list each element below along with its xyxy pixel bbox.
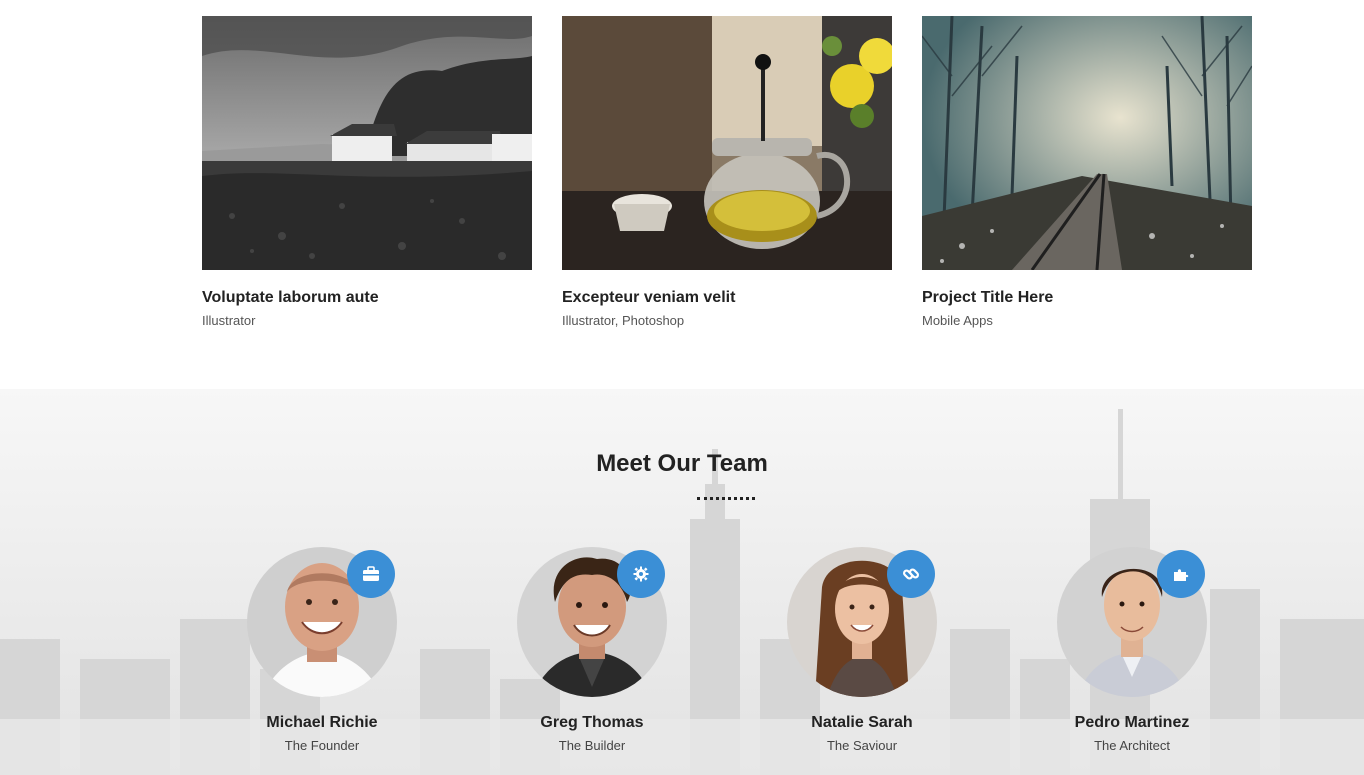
member-role: The Saviour: [826, 738, 898, 753]
member-role: The Architect: [1094, 738, 1170, 753]
team-member: Pedro Martinez The Architect: [1032, 547, 1232, 753]
member-name: Michael Richie: [266, 714, 378, 731]
team-member: Greg Thomas The Builder: [492, 547, 692, 753]
puzzle-icon[interactable]: [1157, 550, 1205, 598]
team-member: Natalie Sarah The Saviour: [762, 547, 962, 753]
team-section: Meet Our Team Michael Richie The Founder…: [0, 389, 1364, 775]
team-member: Michael Richie The Founder: [222, 547, 422, 753]
avatar: [517, 547, 667, 697]
portfolio-image-coastal-cottages[interactable]: [202, 16, 532, 270]
portfolio-item-title[interactable]: Voluptate laborum aute: [202, 288, 532, 308]
portfolio-item-title[interactable]: Excepteur veniam velit: [562, 288, 892, 308]
briefcase-icon[interactable]: [347, 550, 395, 598]
portfolio-item[interactable]: Voluptate laborum aute Illustrator: [202, 16, 532, 329]
portfolio-item[interactable]: Excepteur veniam velit Illustrator, Phot…: [562, 16, 892, 329]
portfolio-item-category: Illustrator: [202, 313, 256, 328]
portfolio-image-misty-railway[interactable]: [922, 16, 1252, 270]
portfolio-item[interactable]: Project Title Here Mobile Apps: [922, 16, 1252, 329]
avatar: [1057, 547, 1207, 697]
team-heading: Meet Our Team: [596, 450, 768, 477]
portfolio-item-title[interactable]: Project Title Here: [922, 288, 1252, 308]
portfolio-item-category: Mobile Apps: [922, 313, 993, 328]
avatar: [247, 547, 397, 697]
portfolio-item-category: Illustrator, Photoshop: [562, 313, 685, 328]
gear-icon[interactable]: [617, 550, 665, 598]
portfolio-section: Voluptate laborum aute Illustrator Excep…: [0, 0, 1364, 389]
member-name: Greg Thomas: [540, 714, 644, 731]
member-role: The Founder: [284, 738, 360, 753]
link-icon[interactable]: [887, 550, 935, 598]
member-role: The Builder: [558, 738, 626, 753]
member-name: Natalie Sarah: [811, 714, 913, 731]
member-name: Pedro Martinez: [1074, 714, 1190, 731]
avatar: [787, 547, 937, 697]
portfolio-image-teapot[interactable]: [562, 16, 892, 270]
heading-divider: [697, 497, 755, 501]
